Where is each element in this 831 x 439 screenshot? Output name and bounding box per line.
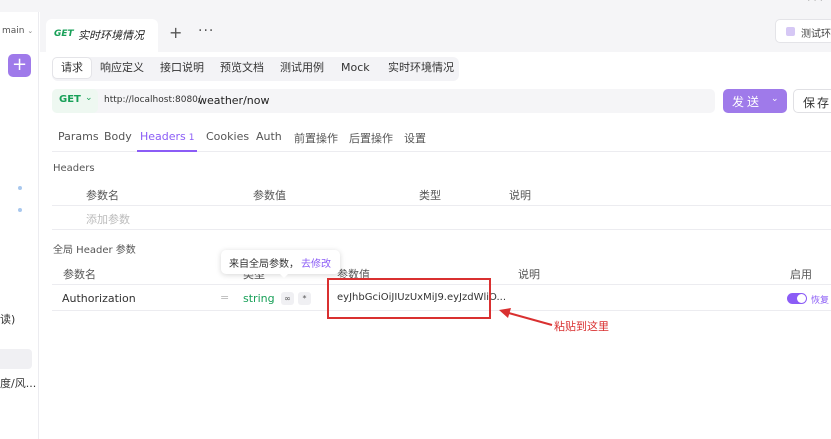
tab-post-actions[interactable]: 后置操作 [349, 130, 393, 146]
col-name: 参数名 [86, 189, 119, 202]
base-url: http://localhost:8080/ [104, 95, 201, 105]
new-tab-button[interactable]: + [169, 23, 182, 42]
restore-link[interactable]: 恢复 [811, 293, 829, 306]
param-type: string [243, 292, 275, 305]
sidebar-item-selected[interactable] [0, 349, 32, 369]
url-bar: GET ⌄ http://localhost:8080/ weather/now [52, 89, 715, 113]
headers-section-title: Headers [53, 163, 95, 174]
headers-count-badge: 1 [188, 133, 195, 143]
tab-weather-now[interactable]: GET 实时环境情况 [46, 19, 158, 52]
tooltip-arrow [279, 273, 289, 278]
request-tabs: Params Body Headers 1 Cookies Auth 前置操作 后… [52, 122, 831, 152]
tab-auth[interactable]: Auth [256, 130, 282, 143]
tooltip-edit-link[interactable]: 去修改 [301, 255, 331, 270]
send-button[interactable]: 发送 ⌄ [723, 89, 787, 113]
sidebar-add-button[interactable]: + [8, 54, 31, 77]
global-header-section-title: 全局 Header 参数 [53, 245, 136, 256]
tab-params[interactable]: Params [58, 130, 99, 143]
tab-bar: GET 实时环境情况 + ··· 测试环 [40, 12, 831, 52]
col-desc: 说明 [518, 268, 540, 281]
col-value: 参数值 [253, 189, 286, 202]
enabled-toggle[interactable] [787, 293, 807, 304]
tab-headers-label: Headers [140, 130, 186, 143]
status-dot-icon [18, 208, 22, 212]
sidebar: main ⌄ + 读) 度/风... [0, 12, 39, 439]
tab-body[interactable]: Body [104, 130, 132, 143]
annotation-arrow-icon [499, 308, 553, 326]
subtab-request[interactable]: 请求 [52, 57, 92, 79]
window-top-strip: · · · [0, 0, 831, 12]
link-icon[interactable]: ∞ [281, 292, 294, 305]
tab-pre-actions[interactable]: 前置操作 [294, 130, 338, 146]
subtab-live-env[interactable]: 实时环境情况 [388, 57, 454, 79]
headers-table-header: 参数名 参数值 类型 说明 [52, 182, 831, 206]
col-name: 参数名 [63, 268, 96, 281]
col-enabled: 启用 [790, 268, 812, 281]
environment-selector[interactable]: 测试环 [775, 19, 831, 43]
sidebar-item-label[interactable]: 读) [0, 311, 15, 327]
subtab-mock[interactable]: Mock [341, 57, 370, 79]
col-desc: 说明 [509, 189, 531, 202]
tab-title: 实时环境情况 [78, 29, 144, 42]
asterisk-icon[interactable]: * [298, 292, 311, 305]
annotation-text: 粘贴到这里 [554, 320, 609, 333]
environment-icon [786, 27, 795, 36]
add-param-input[interactable]: 添加参数 [86, 211, 130, 227]
subtab-test-cases[interactable]: 测试用例 [280, 57, 324, 79]
url-path-input[interactable]: weather/now [198, 94, 269, 107]
tab-cookies[interactable]: Cookies [206, 130, 249, 143]
more-tabs-button[interactable]: ··· [198, 23, 214, 39]
send-label: 发送 [732, 95, 763, 109]
environment-label: 测试环 [801, 29, 831, 40]
save-button[interactable]: 保存 [793, 89, 831, 113]
param-name: Authorization [62, 292, 136, 305]
project-label: main [2, 26, 25, 36]
subtab-preview-doc[interactable]: 预览文档 [220, 57, 264, 79]
project-switcher[interactable]: main ⌄ [2, 26, 33, 36]
sidebar-item-label[interactable]: 度/风... [0, 375, 36, 391]
headers-add-row: 添加参数 [52, 206, 831, 230]
highlight-box [327, 278, 491, 319]
chevron-down-icon: ⌄ [85, 93, 93, 103]
equals-sign: = [220, 291, 230, 304]
tab-method-badge: GET [54, 29, 74, 39]
chevron-down-icon: ⌄ [27, 27, 34, 35]
status-dot-icon [18, 186, 22, 190]
method-selector[interactable]: GET ⌄ [52, 89, 98, 113]
tab-settings[interactable]: 设置 [404, 130, 426, 146]
tab-headers[interactable]: Headers 1 [140, 130, 195, 143]
top-right-clipped: · · · [807, 0, 823, 7]
toggle-knob [797, 294, 806, 303]
global-param-tooltip: 来自全局参数， 去修改 [221, 250, 340, 278]
chevron-down-icon[interactable]: ⌄ [771, 94, 779, 104]
method-label: GET [59, 94, 81, 105]
col-type: 类型 [419, 189, 441, 202]
tooltip-text: 来自全局参数， [229, 259, 299, 270]
subtab-response-definition[interactable]: 响应定义 [100, 57, 144, 79]
subtab-api-description[interactable]: 接口说明 [160, 57, 204, 79]
active-tab-indicator [137, 150, 197, 152]
save-label: 保存 [803, 96, 831, 110]
